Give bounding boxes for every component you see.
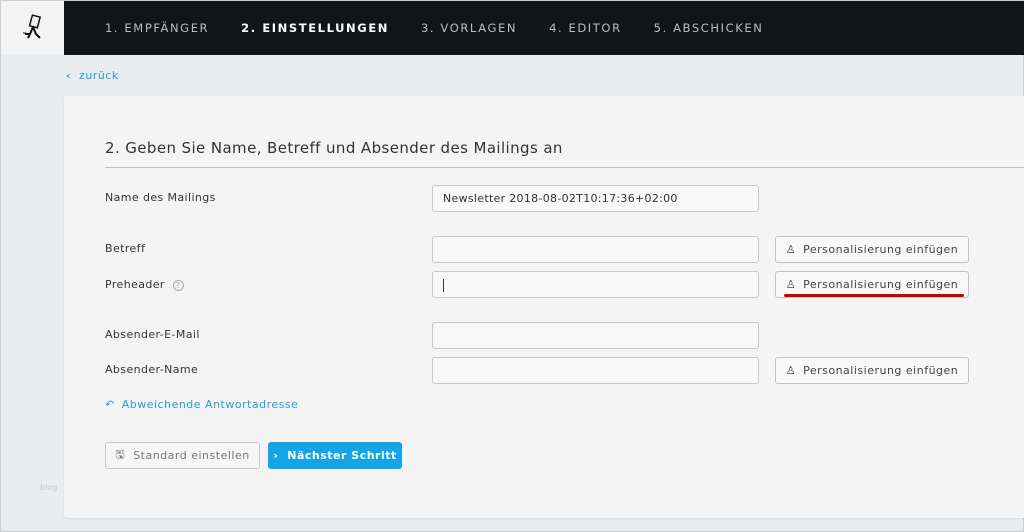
back-label: zurück xyxy=(79,69,119,82)
reply-address-link[interactable]: ↶ Abweichende Antwortadresse xyxy=(105,398,298,411)
user-icon: ♙ xyxy=(785,243,797,256)
button-label: Personalisierung einfügen xyxy=(803,278,959,291)
reply-all-icon: ↶ xyxy=(105,398,115,411)
preheader-label: Preheader? xyxy=(105,278,184,291)
betreff-input[interactable] xyxy=(432,236,759,263)
logo[interactable] xyxy=(1,1,64,55)
save-icon: 🖫 xyxy=(115,448,126,461)
back-link[interactable]: ‹ zurück xyxy=(66,69,119,82)
button-label: Personalisierung einfügen xyxy=(803,364,959,377)
next-step-button[interactable]: › Nächster Schritt xyxy=(268,442,402,469)
page-title: 2. Geben Sie Name, Betreff und Absender … xyxy=(105,139,563,157)
absender-name-input[interactable] xyxy=(432,357,759,384)
divider xyxy=(105,167,1024,168)
mailing-name-input[interactable]: Newsletter 2018-08-02T10:17:36+02:00 xyxy=(432,185,759,212)
user-icon: ♙ xyxy=(785,278,797,291)
name-label: Name des Mailings xyxy=(105,191,216,204)
button-label: Personalisierung einfügen xyxy=(803,243,959,256)
step-vorlagen[interactable]: 3. VORLAGEN xyxy=(421,21,517,35)
logo-runner-icon xyxy=(22,14,41,39)
red-highlight-underline xyxy=(784,294,964,297)
chevron-right-icon: › xyxy=(273,449,279,462)
top-nav-bar: 1. EMPFÄNGER 2. EINSTELLUNGEN 3. VORLAGE… xyxy=(1,1,1024,55)
step-editor[interactable]: 4. EDITOR xyxy=(549,21,622,35)
step-abschicken[interactable]: 5. ABSCHICKEN xyxy=(654,21,764,35)
button-label: Nächster Schritt xyxy=(287,449,397,462)
step-einstellungen[interactable]: 2. EINSTELLUNGEN xyxy=(241,21,389,35)
personalize-betreff-button[interactable]: ♙ Personalisierung einfügen xyxy=(775,236,969,263)
step-navigation: 1. EMPFÄNGER 2. EINSTELLUNGEN 3. VORLAGE… xyxy=(105,1,763,55)
set-default-button[interactable]: 🖫 Standard einstellen xyxy=(105,442,260,469)
preheader-input[interactable] xyxy=(432,271,759,298)
settings-card: 2. Geben Sie Name, Betreff und Absender … xyxy=(64,96,1024,518)
step-empfaenger[interactable]: 1. EMPFÄNGER xyxy=(105,21,209,35)
absender-email-label: Absender-E-Mail xyxy=(105,328,200,341)
user-icon: ♙ xyxy=(785,364,797,377)
text-cursor xyxy=(443,278,444,292)
chevron-left-icon: ‹ xyxy=(66,69,72,82)
personalize-absender-button[interactable]: ♙ Personalisierung einfügen xyxy=(775,357,969,384)
button-label: Standard einstellen xyxy=(133,449,250,462)
absender-email-input[interactable] xyxy=(432,322,759,349)
reply-link-label: Abweichende Antwortadresse xyxy=(121,398,299,411)
absender-name-label: Absender-Name xyxy=(105,363,199,376)
preheader-label-text: Preheader xyxy=(105,278,165,291)
side-text: blog xyxy=(40,483,58,492)
betreff-label: Betreff xyxy=(105,242,146,255)
help-icon[interactable]: ? xyxy=(172,280,184,291)
